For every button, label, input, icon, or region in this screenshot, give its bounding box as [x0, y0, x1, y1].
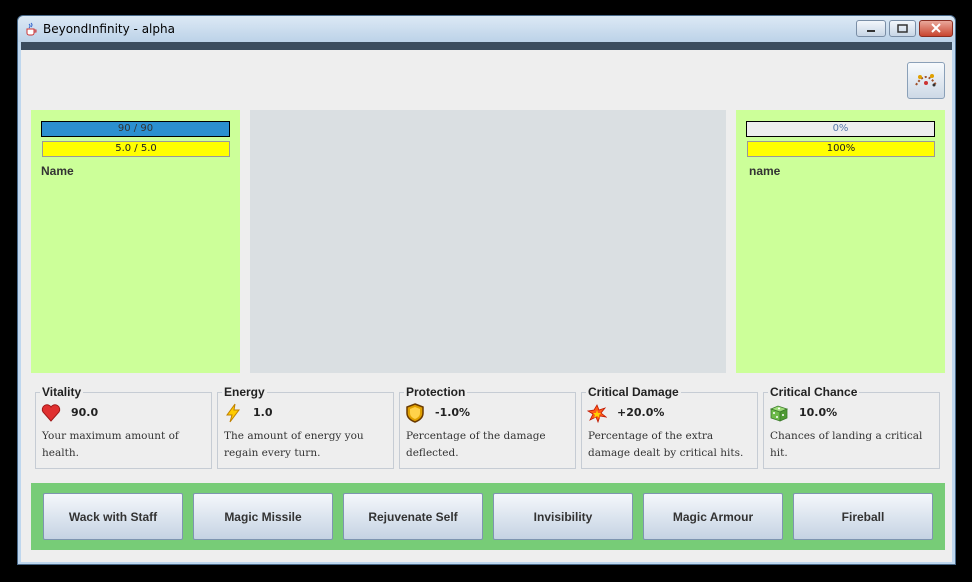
java-cup-icon [26, 22, 37, 36]
stat-title: Critical Damage [586, 385, 681, 399]
player-panel: 90 / 90 5.0 / 5.0 Name [31, 110, 240, 373]
dice-icon [769, 405, 789, 422]
lightning-icon [226, 403, 240, 423]
stat-value: -1.0% [435, 406, 471, 419]
stat-protection: Protection -1.0% Percentage of the damag… [399, 385, 576, 469]
stat-vitality: Vitality 90.0 Your maximum amount of hea… [35, 385, 212, 469]
enemy-panel: 0% 100% name [736, 110, 945, 373]
minimize-icon [867, 30, 875, 32]
player-energy-text: 5.0 / 5.0 [115, 143, 157, 154]
enemy-health-text: 0% [832, 123, 849, 134]
heart-icon [41, 404, 61, 422]
stat-value: 1.0 [253, 406, 273, 419]
maximize-icon [897, 24, 908, 33]
battle-arena [250, 110, 726, 373]
stat-title: Critical Chance [768, 385, 860, 399]
window-title: BeyondInfinity - alpha [43, 22, 175, 36]
stat-critical-damage: Critical Damage +20.0% Percentage of the… [581, 385, 758, 469]
stat-title: Energy [222, 385, 267, 399]
stat-energy: Energy 1.0 The amount of energy you rega… [217, 385, 394, 469]
enemy-energy-bar: 100% [747, 141, 935, 157]
game-content: 90 / 90 5.0 / 5.0 Name 0% 100% name Vita… [21, 50, 952, 562]
player-health-text: 90 / 90 [117, 123, 154, 134]
app-window: BeyondInfinity - alpha 90 / 90 5.0 / 5.0… [17, 15, 956, 565]
action-bar: Wack with Staff Magic Missile Rejuvenate… [31, 483, 945, 550]
stat-value: 10.0% [799, 406, 838, 419]
map-icon [915, 74, 937, 87]
stat-value: +20.0% [617, 406, 665, 419]
player-name: Name [41, 164, 74, 178]
maximize-button[interactable] [889, 20, 916, 37]
shield-icon [406, 403, 424, 423]
wack-with-staff-button[interactable]: Wack with Staff [43, 493, 183, 540]
magic-missile-button[interactable]: Magic Missile [193, 493, 333, 540]
map-button[interactable] [907, 62, 945, 99]
title-bar[interactable]: BeyondInfinity - alpha [18, 16, 955, 42]
close-icon [931, 23, 941, 33]
stat-description: Chances of landing a critical hit. [770, 430, 923, 459]
stat-title: Protection [404, 385, 468, 399]
stat-description: Your maximum amount of health. [42, 430, 179, 459]
player-energy-bar: 5.0 / 5.0 [42, 141, 230, 157]
stat-description: The amount of energy you regain every tu… [224, 430, 364, 459]
menu-strip [21, 42, 952, 50]
enemy-health-bar: 0% [746, 121, 935, 137]
enemy-energy-text: 100% [826, 143, 856, 154]
stat-critical-chance: Critical Chance 10.0% Chances of landing… [763, 385, 940, 469]
stat-description: Percentage of the extra damage dealt by … [588, 430, 744, 459]
explosion-icon [587, 404, 607, 423]
stat-title: Vitality [40, 385, 84, 399]
stat-value: 90.0 [71, 406, 99, 419]
magic-armour-button[interactable]: Magic Armour [643, 493, 783, 540]
rejuvenate-self-button[interactable]: Rejuvenate Self [343, 493, 483, 540]
fireball-button[interactable]: Fireball [793, 493, 933, 540]
enemy-name: name [749, 164, 781, 178]
close-button[interactable] [919, 20, 953, 37]
stat-description: Percentage of the damage deflected. [406, 430, 546, 459]
minimize-button[interactable] [856, 20, 886, 37]
player-health-bar: 90 / 90 [41, 121, 230, 137]
invisibility-button[interactable]: Invisibility [493, 493, 633, 540]
